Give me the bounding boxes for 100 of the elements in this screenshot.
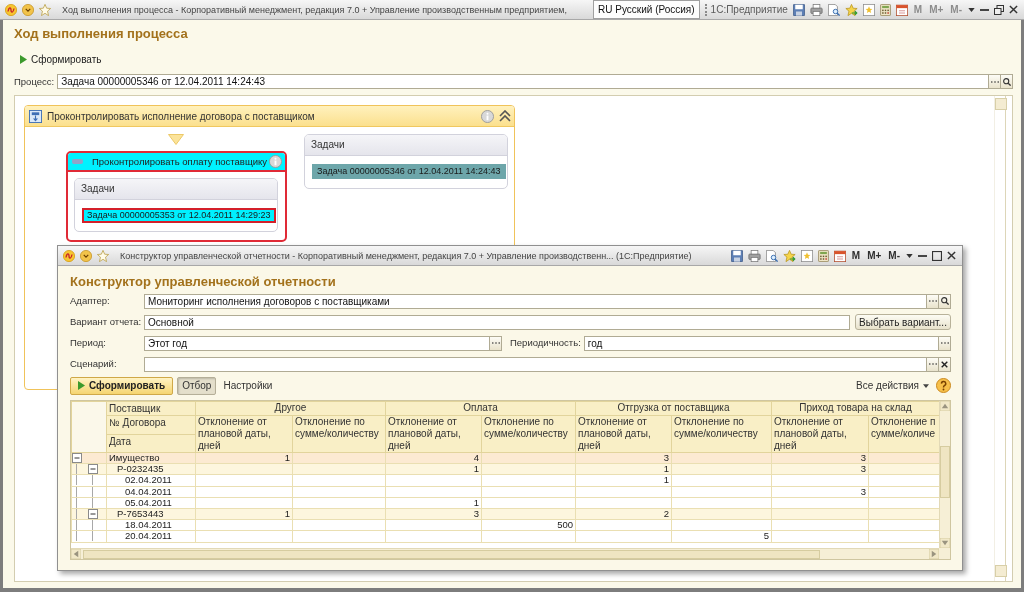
minimize-icon[interactable] <box>980 8 989 11</box>
table-cell: 1 <box>385 463 482 475</box>
column-group-header: Отгрузка от поставщика <box>575 401 772 416</box>
actions-menu[interactable]: Все действия <box>853 376 932 395</box>
document-magnifier-icon[interactable] <box>765 249 778 262</box>
table-cell: 05.04.2011 <box>106 497 196 509</box>
column-header: Отклонение от плановой даты, дней <box>195 415 293 453</box>
language-indicator[interactable]: RU Русский (Россия) <box>593 0 700 19</box>
table-row[interactable]: Р-0232435 1 1 3 <box>71 463 939 475</box>
scroll-thumb[interactable] <box>83 549 820 559</box>
maximize-icon[interactable] <box>932 250 942 261</box>
window-title: Конструктор управленческой отчетности - Корпоративный менеджмент, редакция 7.0 + Управление производственн... (1С:Предприятие) <box>120 249 692 262</box>
minimize-icon[interactable] <box>918 254 927 257</box>
calculator-icon[interactable] <box>879 3 891 16</box>
print-icon[interactable] <box>747 249 761 262</box>
document-magnifier-icon[interactable] <box>827 3 840 16</box>
restore-icon[interactable] <box>994 4 1004 15</box>
table-row[interactable]: 05.04.2011 1 <box>71 497 939 509</box>
table-cell: 500 <box>481 519 576 531</box>
column-header: Отклонение от плановой даты, дней <box>575 415 672 453</box>
star-icon[interactable] <box>39 3 51 16</box>
collapse-icon[interactable] <box>499 110 511 122</box>
star-icon[interactable] <box>97 249 109 262</box>
ellipsis-button[interactable] <box>939 335 951 351</box>
triangle-marker-icon <box>168 134 184 145</box>
table-cell: 3 <box>771 486 869 498</box>
memory-button[interactable]: M <box>850 249 862 262</box>
scroll-down-button[interactable] <box>940 538 950 548</box>
column-group-header: Приход товара на склад <box>771 401 939 416</box>
flowchart-icon <box>29 109 42 123</box>
close-icon[interactable] <box>1009 5 1018 14</box>
text-field[interactable]: Этот год <box>144 335 490 351</box>
search-button[interactable] <box>939 293 951 309</box>
clear-button[interactable] <box>939 356 951 372</box>
field-label: Период: <box>70 337 107 349</box>
choose-variant-button[interactable]: Выбрать вариант... <box>855 314 951 330</box>
save-icon[interactable] <box>730 249 743 262</box>
collapse-toggle-icon[interactable] <box>88 464 98 475</box>
scroll-right-button[interactable] <box>929 549 939 559</box>
table-cell: 3 <box>575 452 672 464</box>
panel-header: Задачи <box>305 135 507 156</box>
task-link[interactable]: Задача 00000005353 от 12.04.2011 14:29:23 <box>82 208 276 223</box>
table-row[interactable]: 04.04.2011 3 <box>71 486 939 498</box>
app-logo-icon[interactable] <box>5 3 17 16</box>
star-arrow-icon[interactable] <box>782 249 796 262</box>
search-icon <box>940 297 949 305</box>
search-icon <box>1002 77 1011 86</box>
star-document-icon[interactable] <box>862 3 875 16</box>
table-cell: Р-0232435 <box>106 463 196 475</box>
table-cell: 1 <box>195 452 293 464</box>
memory-button[interactable]: M- <box>887 249 901 262</box>
form-title: Конструктор управленческой отчетности <box>70 274 336 290</box>
star-document-icon[interactable] <box>800 249 813 262</box>
task-link[interactable]: Задача 00000005346 от 12.04.2011 14:24:43 <box>312 164 506 179</box>
scroll-up-button[interactable] <box>940 401 950 411</box>
text-field[interactable] <box>144 356 927 372</box>
calendar-icon[interactable] <box>895 3 908 16</box>
play-icon <box>20 54 27 64</box>
caret-icon[interactable] <box>968 7 975 12</box>
star-arrow-icon[interactable] <box>844 3 858 16</box>
window-title: Ход выполнения процесса - Корпоративный менеджмент, редакция 7.0 + Управление производственным предприятием, <box>62 3 567 16</box>
run-button[interactable]: Сформировать <box>70 376 174 395</box>
table-row[interactable]: Р-7653443 1 3 2 <box>71 508 939 520</box>
table-row[interactable]: 18.04.2011 500 <box>71 519 939 531</box>
panel-header: Задачи <box>75 179 277 200</box>
app-name: 1С:Предприятие <box>704 3 788 16</box>
info-icon[interactable] <box>269 155 282 168</box>
filter-button[interactable]: Отбор <box>177 376 217 395</box>
run-button[interactable]: Сформировать <box>14 51 106 67</box>
ellipsis-icon <box>990 80 999 83</box>
close-icon[interactable] <box>947 251 956 260</box>
table-row[interactable]: Имущество 1 4 3 3 <box>71 452 939 464</box>
menu-caret-icon[interactable] <box>22 3 34 16</box>
help-icon[interactable] <box>936 378 951 393</box>
calculator-icon[interactable] <box>817 249 829 262</box>
text-field[interactable]: Основной <box>144 314 850 330</box>
save-icon[interactable] <box>792 3 805 16</box>
table-cell: 20.04.2011 <box>106 530 196 542</box>
column-header: Поставщик <box>106 401 196 416</box>
info-icon[interactable] <box>481 109 494 123</box>
text-field[interactable]: Задача 00000005346 от 12.04.2011 14:24:43 <box>57 74 989 89</box>
app-logo-icon[interactable] <box>63 249 75 262</box>
collapse-toggle-icon[interactable] <box>88 509 98 520</box>
collapse-toggle-icon[interactable] <box>72 453 82 464</box>
table-cell: 3 <box>771 463 869 475</box>
menu-caret-icon[interactable] <box>80 249 92 262</box>
caret-icon[interactable] <box>906 253 913 258</box>
table-cell: Р-7653443 <box>106 508 196 520</box>
ellipsis-button[interactable] <box>490 335 502 351</box>
text-field[interactable]: Мониторинг исполнения договоров с поставщиками <box>144 293 927 309</box>
text-field[interactable]: год <box>583 335 939 351</box>
settings-button[interactable]: Настройки <box>220 376 276 395</box>
calendar-icon[interactable] <box>833 249 846 262</box>
memory-button[interactable]: M+ <box>866 249 883 262</box>
scroll-left-button[interactable] <box>71 549 81 559</box>
scroll-thumb[interactable] <box>940 446 950 498</box>
print-icon[interactable] <box>809 3 823 16</box>
search-button[interactable] <box>1001 74 1013 89</box>
column-header: Отклонение от плановой даты, дней <box>385 415 482 453</box>
process-step[interactable]: Проконтролировать оплату поставщику Задачи Задача 00000005353 от 12.04.2011 14:29:23 <box>66 151 287 242</box>
